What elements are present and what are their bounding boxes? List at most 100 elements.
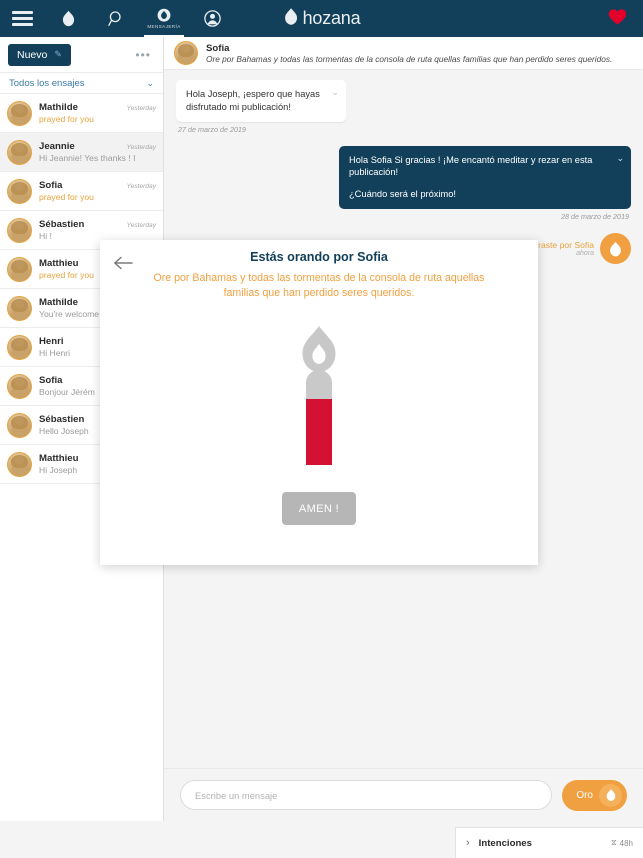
conversation-body: Mathilde Yesterday prayed for you [39, 102, 156, 124]
message-row-incoming: Hola Joseph, ¡espero que hayas disfrutad… [176, 80, 631, 122]
modal-title: Estás orando por Sofia [250, 250, 388, 264]
app-root: MENSAJERÍA hozana Nuevo ✎ ••• Todos los … [0, 0, 643, 858]
conversation-name: Jeannie [39, 141, 75, 152]
conversation-name: Sébastien [39, 414, 85, 425]
conversation-body: Sébastien Yesterday Hi ! [39, 219, 156, 241]
conversation-filter-dropdown[interactable]: Todos los ensajes ⌄ [0, 72, 163, 94]
conversation-list-item[interactable]: Mathilde Yesterday prayed for you [0, 94, 163, 133]
conversation-row-top: Sofia Yesterday [39, 180, 156, 191]
brand-logo[interactable]: hozana [283, 7, 361, 31]
message-text-line2: disfrutado mi publicación! [186, 101, 291, 112]
navbar-left-group: MENSAJERÍA [0, 0, 236, 37]
account-icon [203, 10, 221, 27]
avatar [174, 41, 198, 65]
conversation-row-top: Mathilde Yesterday [39, 102, 156, 113]
message-row-outgoing: Hola Sofia Si gracias ! ¡Me encantó medi… [176, 145, 631, 210]
message-text-line2: ¿Cuándo será el próximo! [349, 189, 456, 200]
conversation-time: Yesterday [126, 105, 156, 112]
chat-header-name: Sofia [206, 42, 230, 54]
modal-subtitle: Ore por Bahamas y todas las tormentas de… [100, 264, 538, 301]
conversation-snippet: prayed for you [39, 192, 94, 202]
conversation-time: Yesterday [126, 144, 156, 151]
message-bubble-outgoing[interactable]: Hola Sofia Si gracias ! ¡Me encantó medi… [339, 145, 631, 210]
conversation-list-item[interactable]: Sofia Yesterday prayed for you [0, 172, 163, 211]
prayed-notice-time: ahora [576, 250, 594, 258]
avatar [7, 295, 32, 321]
candle-icon [302, 326, 336, 466]
sidebar-more-button[interactable]: ••• [135, 49, 155, 61]
chat-header: Sofia Ore por Bahamas y todas las tormen… [164, 37, 643, 70]
sidebar-toolbar: Nuevo ✎ ••• [0, 37, 163, 72]
search-icon [107, 10, 125, 27]
intentions-timer: ⧖ 48h [611, 838, 633, 848]
conversation-name: Mathilde [39, 102, 78, 113]
chevron-down-icon: ⌄ [146, 77, 154, 88]
message-composer: Oro [164, 768, 643, 821]
brand-flame-icon [283, 7, 299, 31]
hamburger-menu-button[interactable] [0, 0, 44, 37]
flame-icon [600, 233, 631, 265]
chevron-down-icon[interactable]: ⌄ [616, 152, 624, 164]
avatar [7, 334, 32, 360]
hourglass-icon: ⧖ [611, 838, 617, 847]
pray-button-label: Oro [576, 789, 593, 801]
avatar [7, 100, 32, 126]
message-text-line1: Hola Sofia Si gracias ! ¡Me encantó medi… [349, 154, 593, 178]
conversation-name: Sébastien [39, 219, 85, 230]
conversation-row-top: Jeannie Yesterday [39, 141, 156, 152]
new-message-label: Nuevo [17, 48, 48, 61]
message-input[interactable] [180, 780, 553, 810]
avatar [7, 139, 32, 165]
chat-header-intention: Ore por Bahamas y todas las tormentas de… [206, 53, 613, 64]
avatar [7, 178, 32, 204]
conversation-name: Sofia [39, 375, 63, 386]
prayed-notice-text: Oraste por Sofia [531, 240, 594, 251]
praying-modal: Estás orando por Sofia Ore por Bahamas y… [100, 240, 538, 565]
conversation-name: Henri [39, 336, 64, 347]
messaging-icon [157, 8, 171, 23]
back-arrow-icon[interactable] [112, 252, 134, 274]
flame-icon [61, 10, 76, 27]
nav-item-home[interactable] [44, 0, 92, 37]
message-date-outgoing: 28 de marzo de 2019 [561, 212, 629, 222]
avatar [7, 451, 32, 477]
conversation-list-item[interactable]: Jeannie Yesterday Hi Jeannie! Yes thanks !… [0, 133, 163, 172]
conversation-name: Sofia [39, 180, 63, 191]
top-navbar: MENSAJERÍA hozana [0, 0, 643, 37]
intentions-label: Intenciones [478, 837, 532, 849]
amen-button[interactable]: AMEN ! [282, 492, 356, 526]
nav-item-search[interactable] [92, 0, 140, 37]
nav-item-account[interactable] [188, 0, 236, 37]
intentions-panel-toggle[interactable]: › Intenciones ⧖ 48h [455, 827, 643, 858]
conversation-body: Sofia Yesterday prayed for you [39, 180, 156, 202]
pray-button[interactable]: Oro [562, 779, 627, 811]
bottom-strip: › Intenciones ⧖ 48h [0, 821, 643, 858]
brand-name: hozana [302, 8, 361, 28]
message-text-line1: Hola Joseph, ¡espero que hayas [186, 89, 320, 99]
nav-item-messaging-label: MENSAJERÍA [147, 24, 181, 29]
conversation-row-top: Sébastien Yesterday [39, 219, 156, 230]
conversation-snippet: prayed for you [39, 114, 94, 124]
intentions-timer-value: 48h [619, 838, 633, 848]
conversation-name: Matthieu [39, 453, 79, 464]
avatar [7, 412, 32, 438]
conversation-body: Jeannie Yesterday Hi Jeannie! Yes thanks !… [39, 141, 156, 163]
candle-illustration [100, 323, 538, 468]
conversation-time: Yesterday [126, 222, 156, 229]
nav-item-messaging[interactable]: MENSAJERÍA [140, 0, 188, 37]
avatar [7, 217, 32, 243]
message-bubble-incoming[interactable]: Hola Joseph, ¡espero que hayas disfrutad… [176, 80, 346, 122]
heart-icon[interactable] [608, 8, 627, 29]
conversation-time: Yesterday [126, 183, 156, 190]
avatar [7, 373, 32, 399]
chevron-down-icon[interactable]: ⌄ [331, 86, 339, 98]
avatar [7, 256, 32, 282]
pencil-icon: ✎ [54, 49, 62, 59]
prayed-notice-text-group: Oraste por Sofia ahora [531, 240, 594, 257]
new-message-button[interactable]: Nuevo ✎ [8, 43, 71, 66]
message-date-incoming: 27 de marzo de 2019 [178, 124, 246, 134]
conversation-filter-label: Todos los ensajes [9, 77, 85, 89]
hamburger-icon [11, 11, 33, 26]
flame-icon [599, 783, 622, 807]
conversation-snippet: Hi Jeannie! Yes thanks ! I [39, 153, 136, 163]
